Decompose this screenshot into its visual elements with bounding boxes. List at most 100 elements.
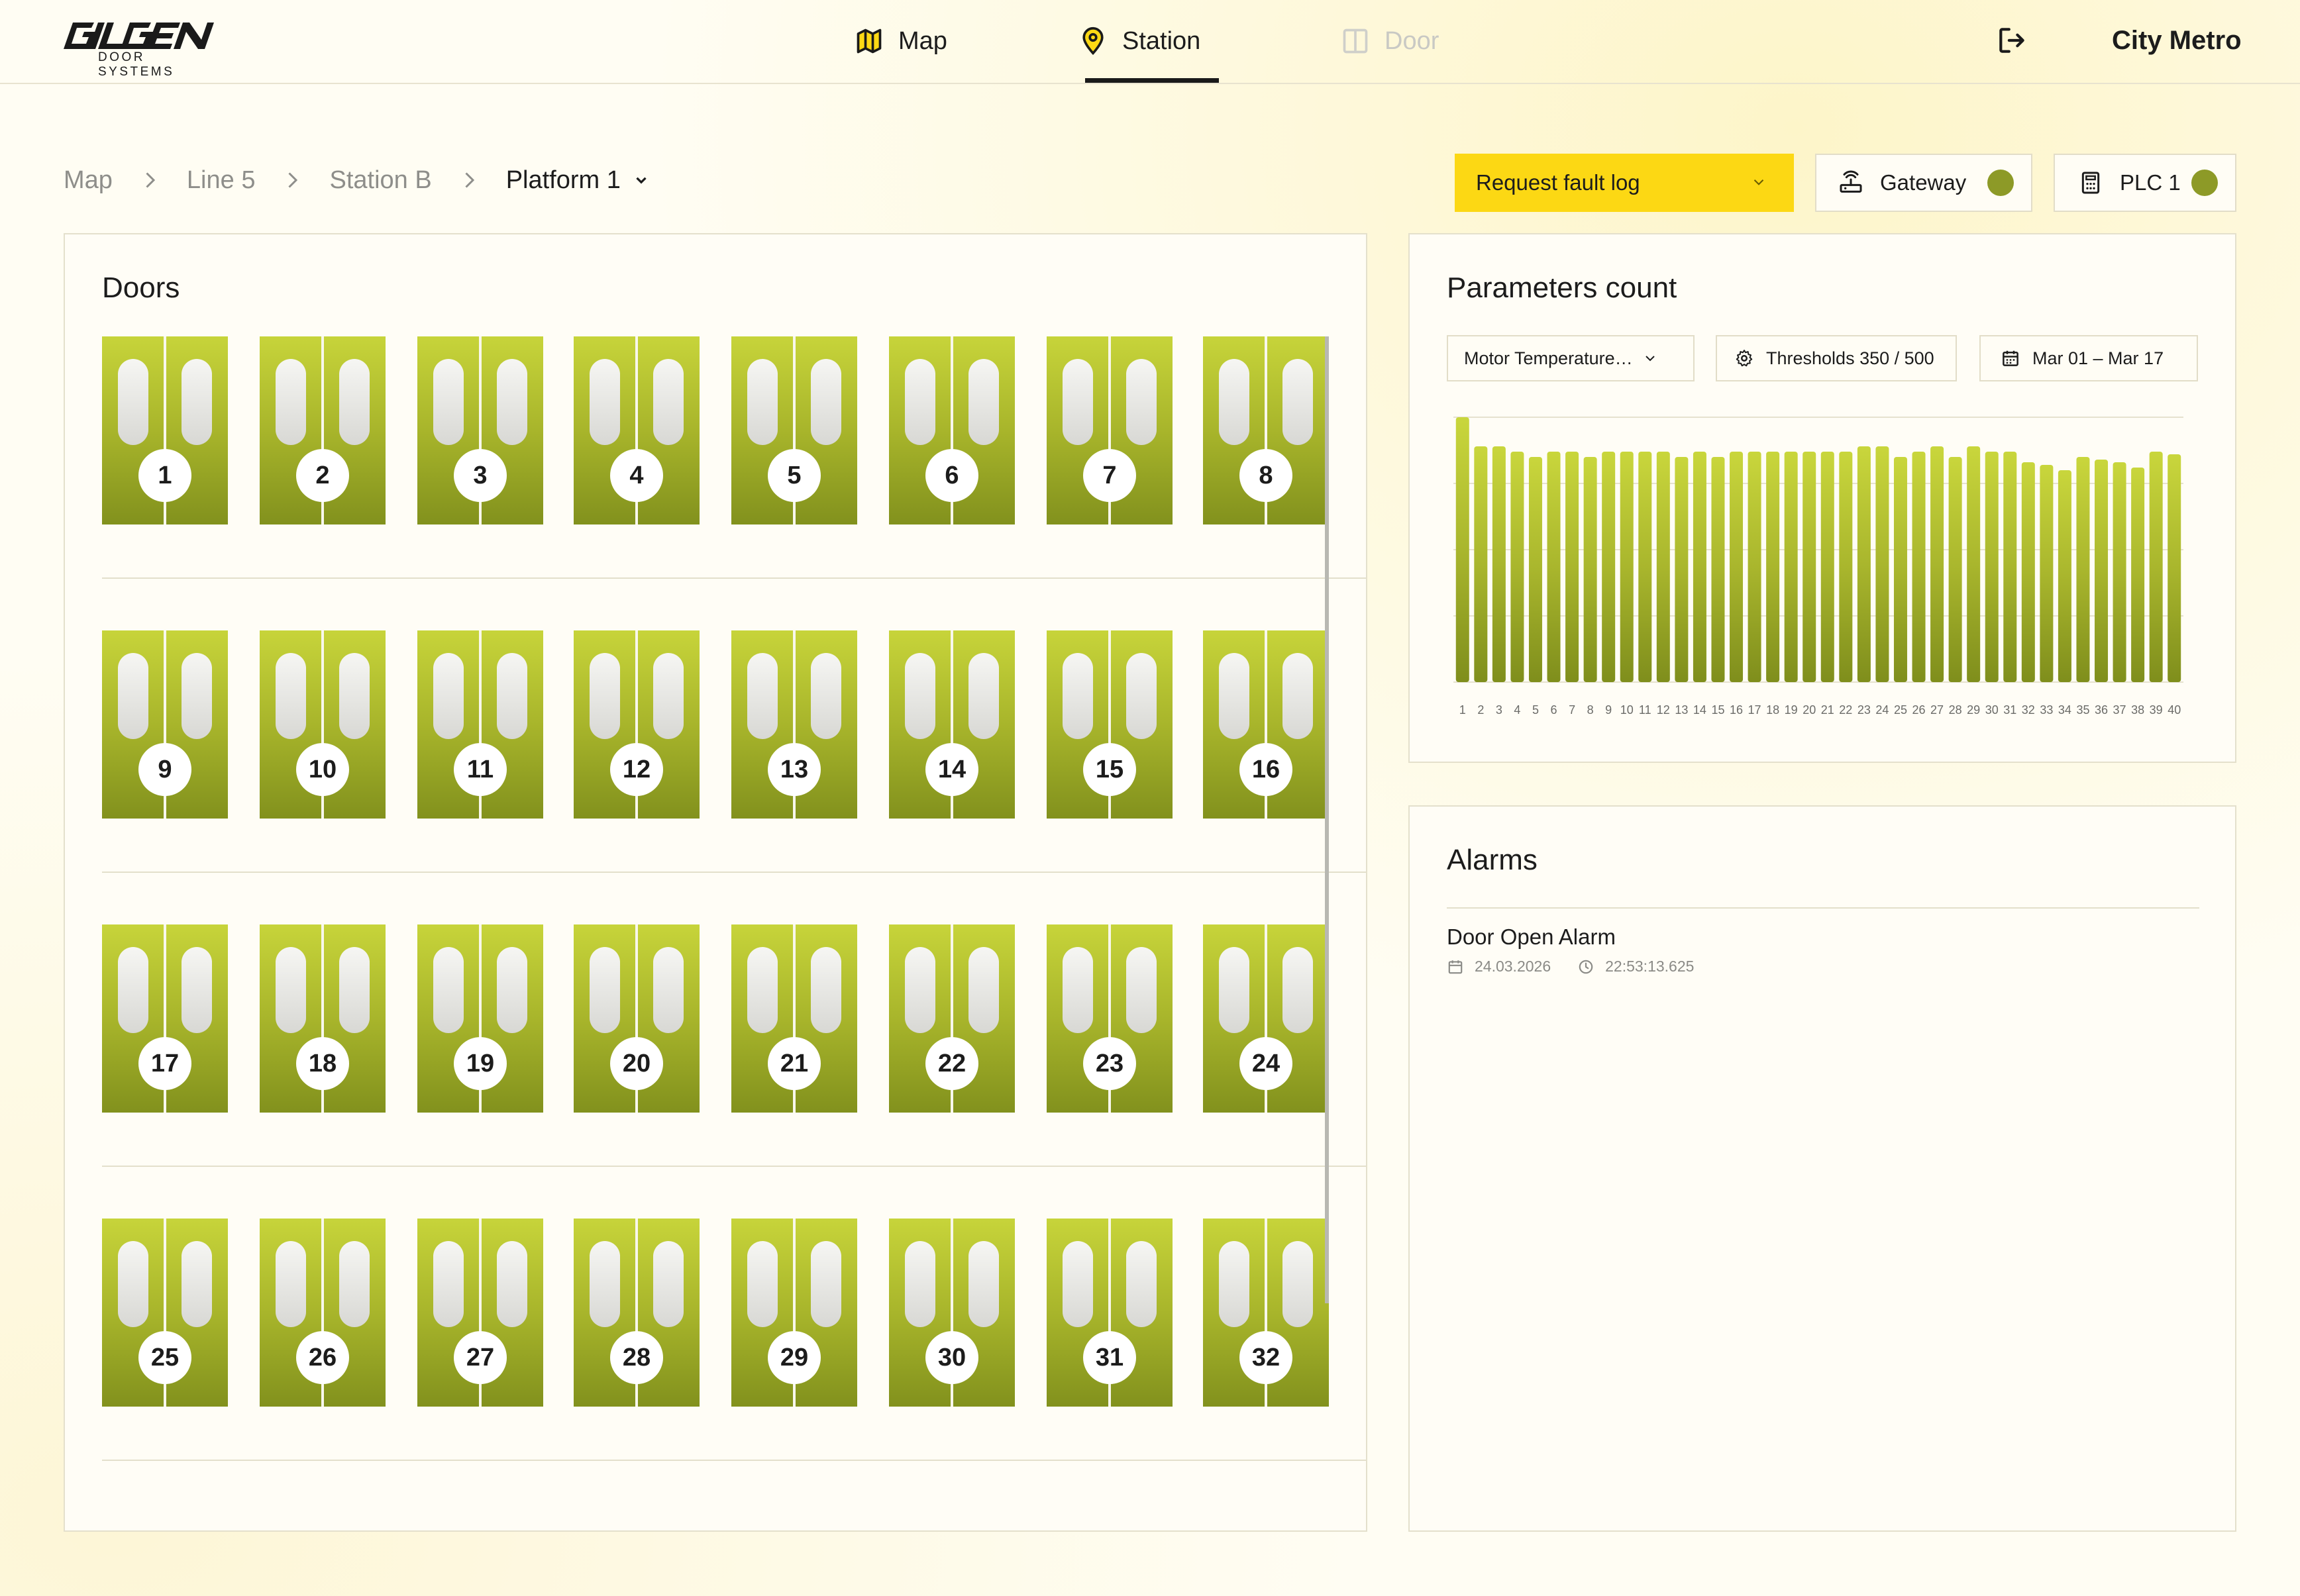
chart-bar[interactable]: [1602, 452, 1616, 682]
door-tile[interactable]: 17: [102, 924, 228, 1113]
door-tile[interactable]: 23: [1047, 924, 1173, 1113]
thresholds-button[interactable]: Thresholds 350 / 500: [1716, 335, 1957, 381]
chart-bar[interactable]: [1730, 452, 1744, 682]
chart-bar[interactable]: [1803, 452, 1816, 682]
door-tile[interactable]: 4: [574, 336, 700, 524]
door-tile[interactable]: 29: [731, 1219, 857, 1407]
door-tile[interactable]: 10: [260, 630, 386, 819]
chart-bar[interactable]: [1492, 446, 1506, 682]
door-window-right: [1282, 947, 1313, 1033]
chart-bar[interactable]: [2149, 452, 2163, 682]
door-tile[interactable]: 11: [417, 630, 543, 819]
chart-bar[interactable]: [1565, 452, 1579, 682]
plc-status-chip[interactable]: PLC 1: [2054, 154, 2236, 212]
door-tile[interactable]: 21: [731, 924, 857, 1113]
door-tile[interactable]: 14: [889, 630, 1015, 819]
door-number: 25: [138, 1331, 191, 1384]
door-tile[interactable]: 22: [889, 924, 1015, 1113]
door-tile[interactable]: 1: [102, 336, 228, 524]
alarm-item-title[interactable]: Door Open Alarm: [1447, 924, 1616, 950]
door-tile[interactable]: 6: [889, 336, 1015, 524]
alarms-panel: Alarms Door Open Alarm 24.03.2026 22:53:…: [1408, 805, 2236, 1532]
metric-select[interactable]: Motor Temperature…: [1447, 335, 1695, 381]
platform-select[interactable]: Platform 1: [506, 166, 650, 195]
door-window-right: [497, 359, 527, 445]
chart-bar[interactable]: [1474, 446, 1488, 682]
doors-scrollbar[interactable]: [1325, 336, 1329, 1303]
breadcrumb-item-line[interactable]: Line 5: [187, 166, 256, 195]
chart-bar[interactable]: [1930, 446, 1944, 682]
door-tile[interactable]: 12: [574, 630, 700, 819]
chart-bar[interactable]: [1547, 452, 1561, 682]
chart-bar[interactable]: [1985, 452, 1999, 682]
door-tile[interactable]: 32: [1203, 1219, 1329, 1407]
door-tile[interactable]: 18: [260, 924, 386, 1113]
chart-bar[interactable]: [1948, 457, 1962, 682]
door-tile[interactable]: 15: [1047, 630, 1173, 819]
nav-map[interactable]: Map: [855, 21, 947, 61]
door-tile[interactable]: 8: [1203, 336, 1329, 524]
door-window-left: [118, 653, 148, 739]
gateway-status-chip[interactable]: Gateway: [1815, 154, 2032, 212]
chart-bar[interactable]: [1693, 452, 1706, 682]
chart-bar[interactable]: [2076, 457, 2090, 682]
door-tile[interactable]: 25: [102, 1219, 228, 1407]
chart-bar[interactable]: [1766, 452, 1780, 682]
chart-bar[interactable]: [1675, 457, 1689, 682]
chart-bar[interactable]: [1820, 452, 1834, 682]
chart-bar[interactable]: [1583, 457, 1597, 682]
clock-icon: [1579, 960, 1593, 973]
chart-bar[interactable]: [2021, 462, 2035, 682]
chart-bar[interactable]: [1912, 452, 1926, 682]
chart-bar[interactable]: [2095, 460, 2109, 682]
chart-bar[interactable]: [2131, 468, 2145, 682]
door-tile[interactable]: 28: [574, 1219, 700, 1407]
door-tile[interactable]: 27: [417, 1219, 543, 1407]
nav-door[interactable]: Door: [1341, 21, 1439, 61]
chart-bar[interactable]: [1528, 457, 1542, 682]
chart-bar[interactable]: [1875, 446, 1889, 682]
chart-bar[interactable]: [1638, 452, 1652, 682]
chart-bar[interactable]: [1656, 452, 1670, 682]
chart-bar[interactable]: [1784, 452, 1798, 682]
breadcrumb-item-station[interactable]: Station B: [329, 166, 431, 195]
nav-station[interactable]: Station: [1078, 21, 1200, 61]
chart-bar[interactable]: [2040, 465, 2054, 682]
chart-bar[interactable]: [1455, 417, 1469, 682]
door-tile[interactable]: 19: [417, 924, 543, 1113]
request-fault-log-button[interactable]: Request fault log: [1455, 154, 1794, 212]
door-tile[interactable]: 3: [417, 336, 543, 524]
door-tile[interactable]: 16: [1203, 630, 1329, 819]
breadcrumb-item-map[interactable]: Map: [64, 166, 113, 195]
door-tile[interactable]: 20: [574, 924, 700, 1113]
door-tile[interactable]: 9: [102, 630, 228, 819]
chart-bar[interactable]: [1839, 452, 1853, 682]
brand-logo[interactable]: DOOR SYSTEMS: [64, 21, 223, 79]
door-tile[interactable]: 31: [1047, 1219, 1173, 1407]
chart-bar[interactable]: [1893, 457, 1907, 682]
door-window-left: [905, 359, 935, 445]
chart-bar[interactable]: [2168, 454, 2181, 682]
chart-bar[interactable]: [1967, 446, 1981, 682]
chart-bar[interactable]: [1620, 452, 1634, 682]
door-tile[interactable]: 5: [731, 336, 857, 524]
door-tile[interactable]: 30: [889, 1219, 1015, 1407]
door-tile[interactable]: 2: [260, 336, 386, 524]
chart-bar[interactable]: [2058, 470, 2071, 682]
logout-icon[interactable]: [1995, 24, 2028, 57]
alarm-date: 24.03.2026: [1475, 958, 1551, 975]
chart-bar[interactable]: [2113, 462, 2126, 682]
door-tile[interactable]: 7: [1047, 336, 1173, 524]
door-tile[interactable]: 26: [260, 1219, 386, 1407]
chart-bar[interactable]: [1510, 452, 1524, 682]
door-window-right: [1126, 1241, 1157, 1327]
plc-status-dot: [2191, 170, 2218, 196]
chart-bar[interactable]: [1857, 446, 1871, 682]
parameters-bar-chart: 1 2 3 4 5 6 7 8 9 10 11 12 13 14 15 16 17 18 19 20 21 22 23 24 2…: [1453, 417, 2183, 717]
date-range-picker[interactable]: Mar 01 – Mar 17: [1979, 335, 2198, 381]
chart-bar[interactable]: [1711, 457, 1725, 682]
door-tile[interactable]: 24: [1203, 924, 1329, 1113]
chart-bar[interactable]: [1748, 452, 1761, 682]
chart-bar[interactable]: [2003, 452, 2017, 682]
door-tile[interactable]: 13: [731, 630, 857, 819]
